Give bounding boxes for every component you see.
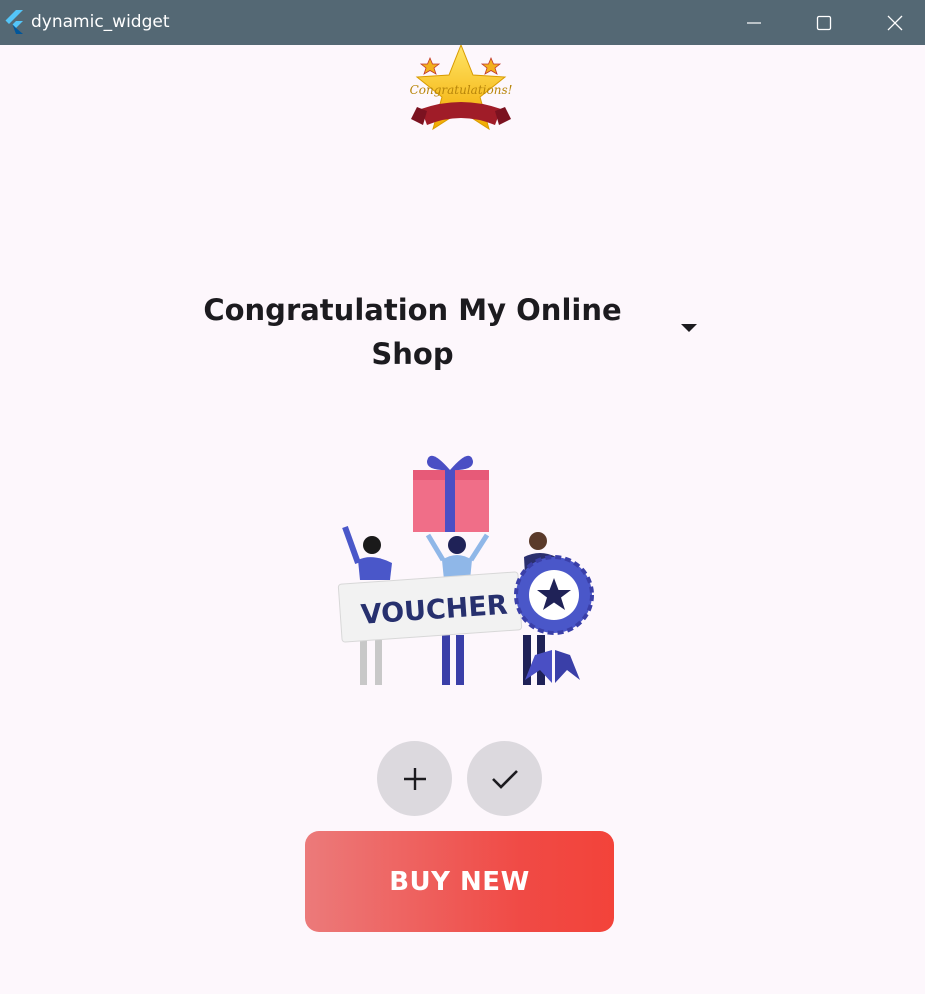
banner-text: Congratulations!	[410, 83, 513, 97]
maximize-icon	[816, 15, 832, 30]
page-heading: Congratulation My Online Shop	[203, 293, 622, 371]
plus-icon	[403, 767, 426, 790]
buy-new-button[interactable]: BUY NEW	[305, 831, 614, 932]
maximize-button[interactable]	[801, 0, 847, 45]
window-titlebar: dynamic_widget	[0, 0, 925, 45]
voucher-illustration: VOUCHER	[337, 455, 594, 685]
minimize-button[interactable]	[731, 0, 777, 45]
flutter-logo-icon	[5, 10, 23, 34]
congratulations-banner-image: Congratulations!	[410, 45, 513, 131]
add-button[interactable]	[377, 741, 452, 816]
confirm-button[interactable]	[467, 741, 542, 816]
close-button[interactable]	[872, 0, 918, 45]
window-title: dynamic_widget	[31, 12, 170, 32]
close-icon	[887, 15, 903, 30]
minimize-icon	[747, 21, 761, 24]
dropdown-caret-icon[interactable]	[680, 323, 698, 333]
buy-new-label: BUY NEW	[389, 866, 530, 897]
check-icon	[491, 769, 518, 789]
